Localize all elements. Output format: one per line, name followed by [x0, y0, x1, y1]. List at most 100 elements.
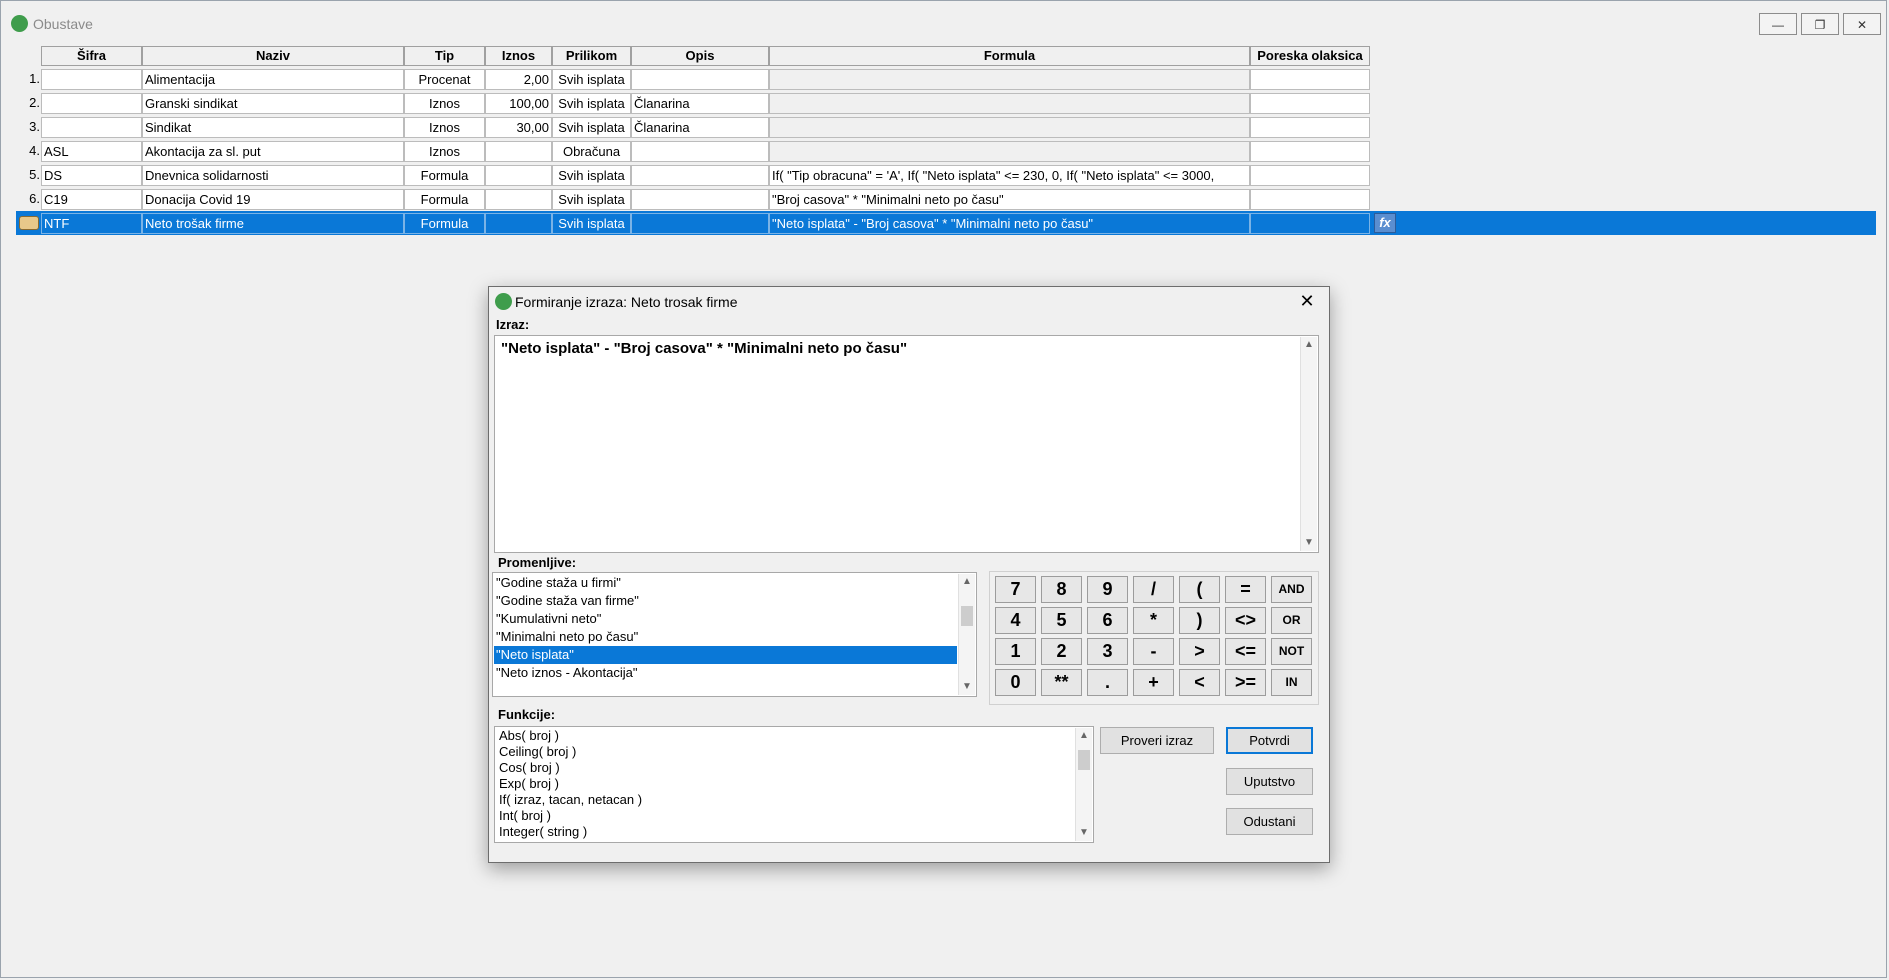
cell-sifra[interactable] [41, 69, 142, 90]
list-item[interactable]: "Godine staža van firme" [494, 592, 957, 610]
list-item[interactable]: Exp( broj ) [499, 776, 559, 792]
cell-iznos[interactable] [485, 213, 552, 234]
key-power[interactable]: ** [1041, 669, 1082, 696]
key-multiply[interactable]: * [1133, 607, 1174, 634]
key-3[interactable]: 3 [1087, 638, 1128, 665]
key-9[interactable]: 9 [1087, 576, 1128, 603]
table-row-selected[interactable]: NTF Neto trošak firme Formula Svih ispla… [16, 211, 1876, 235]
functions-list[interactable]: Abs( broj ) Ceiling( broj ) Cos( broj ) … [494, 726, 1094, 843]
table-row[interactable]: 3. Sindikat Iznos 30,00 Svih isplata Čla… [16, 115, 1876, 139]
cell-naziv[interactable]: Neto trošak firme [142, 213, 404, 234]
cell-formula[interactable] [769, 141, 1250, 162]
header-tip[interactable]: Tip [404, 46, 485, 66]
cell-naziv[interactable]: Granski sindikat [142, 93, 404, 114]
header-opis[interactable]: Opis [631, 46, 769, 66]
cell-opis[interactable] [631, 189, 769, 210]
table-row[interactable]: 2. Granski sindikat Iznos 100,00 Svih is… [16, 91, 1876, 115]
list-item[interactable]: Int( broj ) [499, 808, 551, 824]
table-row[interactable]: 4. ASL Akontacija za sl. put Iznos Obrač… [16, 139, 1876, 163]
key-not[interactable]: NOT [1271, 638, 1312, 665]
key-less[interactable]: < [1179, 669, 1220, 696]
expression-scrollbar[interactable]: ▲ ▼ [1300, 337, 1317, 551]
cell-poreska-olaksica[interactable] [1250, 189, 1370, 210]
close-button[interactable]: ✕ [1843, 13, 1881, 35]
cell-prilikom[interactable]: Svih isplata [552, 69, 631, 90]
cell-formula[interactable]: "Broj casova" * "Minimalni neto po času" [769, 189, 1250, 210]
list-item[interactable]: Abs( broj ) [499, 728, 559, 744]
cell-tip[interactable]: Iznos [404, 93, 485, 114]
key-6[interactable]: 6 [1087, 607, 1128, 634]
proveri-izraz-button[interactable]: Proveri izraz [1100, 727, 1214, 754]
cell-naziv[interactable]: Donacija Covid 19 [142, 189, 404, 210]
dialog-close-icon[interactable]: ✕ [1293, 289, 1321, 313]
key-or[interactable]: OR [1271, 607, 1312, 634]
table-row[interactable]: 5. DS Dnevnica solidarnosti Formula Svih… [16, 163, 1876, 187]
cell-opis[interactable] [631, 69, 769, 90]
list-item[interactable]: "Minimalni neto po času" [494, 628, 957, 646]
cell-tip[interactable]: Formula [404, 189, 485, 210]
key-open-paren[interactable]: ( [1179, 576, 1220, 603]
key-not-equal[interactable]: <> [1225, 607, 1266, 634]
cell-formula[interactable]: "Neto isplata" - "Broj casova" * "Minima… [769, 213, 1250, 234]
scroll-up-icon[interactable]: ▲ [1301, 337, 1317, 353]
key-plus[interactable]: + [1133, 669, 1174, 696]
functions-scrollbar[interactable]: ▲ ▼ [1075, 728, 1092, 841]
cell-prilikom[interactable]: Svih isplata [552, 189, 631, 210]
list-item[interactable]: Integer( string ) [499, 824, 587, 840]
cell-naziv[interactable]: Dnevnica solidarnosti [142, 165, 404, 186]
cell-iznos[interactable] [485, 189, 552, 210]
table-row[interactable]: 1. Alimentacija Procenat 2,00 Svih ispla… [16, 67, 1876, 91]
table-row[interactable]: 6. C19 Donacija Covid 19 Formula Svih is… [16, 187, 1876, 211]
cell-opis[interactable]: Članarina [631, 93, 769, 114]
cell-prilikom[interactable]: Svih isplata [552, 165, 631, 186]
header-formula[interactable]: Formula [769, 46, 1250, 66]
cell-naziv[interactable]: Sindikat [142, 117, 404, 138]
cell-poreska-olaksica[interactable] [1250, 165, 1370, 186]
cell-poreska-olaksica[interactable] [1250, 117, 1370, 138]
key-greater[interactable]: > [1179, 638, 1220, 665]
maximize-button[interactable]: ❐ [1801, 13, 1839, 35]
key-in[interactable]: IN [1271, 669, 1312, 696]
key-greater-equal[interactable]: >= [1225, 669, 1266, 696]
list-item[interactable]: "Godine staža u firmi" [494, 574, 957, 592]
variables-list[interactable]: "Godine staža u firmi" "Godine staža van… [492, 572, 977, 697]
cell-formula[interactable] [769, 69, 1250, 90]
formula-editor-button[interactable]: fx [1374, 213, 1396, 233]
list-item[interactable]: Ceiling( broj ) [499, 744, 576, 760]
key-decimal[interactable]: . [1087, 669, 1128, 696]
list-item-selected[interactable]: "Neto isplata" [494, 646, 957, 664]
key-minus[interactable]: - [1133, 638, 1174, 665]
cell-poreska-olaksica[interactable] [1250, 93, 1370, 114]
cell-naziv[interactable]: Alimentacija [142, 69, 404, 90]
key-2[interactable]: 2 [1041, 638, 1082, 665]
key-close-paren[interactable]: ) [1179, 607, 1220, 634]
cell-tip[interactable]: Iznos [404, 141, 485, 162]
header-sifra[interactable]: Šifra [41, 46, 142, 66]
cell-tip[interactable]: Iznos [404, 117, 485, 138]
cell-iznos[interactable] [485, 141, 552, 162]
header-prilikom[interactable]: Prilikom [552, 46, 631, 66]
list-item[interactable]: "Kumulativni neto" [494, 610, 957, 628]
cell-opis[interactable]: Članarina [631, 117, 769, 138]
cell-opis[interactable] [631, 213, 769, 234]
cell-iznos[interactable]: 2,00 [485, 69, 552, 90]
scroll-thumb[interactable] [1078, 750, 1090, 770]
cell-tip[interactable]: Procenat [404, 69, 485, 90]
scroll-thumb[interactable] [961, 606, 973, 626]
expression-editor[interactable]: "Neto isplata" - "Broj casova" * "Minima… [494, 335, 1319, 553]
header-iznos[interactable]: Iznos [485, 46, 552, 66]
header-naziv[interactable]: Naziv [142, 46, 404, 66]
scroll-down-icon[interactable]: ▼ [1301, 535, 1317, 551]
cell-iznos[interactable]: 100,00 [485, 93, 552, 114]
cell-opis[interactable] [631, 141, 769, 162]
key-4[interactable]: 4 [995, 607, 1036, 634]
cell-tip[interactable]: Formula [404, 165, 485, 186]
odustani-button[interactable]: Odustani [1226, 808, 1313, 835]
potvrdi-button[interactable]: Potvrdi [1226, 727, 1313, 754]
cell-iznos[interactable]: 30,00 [485, 117, 552, 138]
cell-tip[interactable]: Formula [404, 213, 485, 234]
cell-prilikom[interactable]: Svih isplata [552, 93, 631, 114]
scroll-up-icon[interactable]: ▲ [1076, 728, 1092, 744]
key-0[interactable]: 0 [995, 669, 1036, 696]
cell-iznos[interactable] [485, 165, 552, 186]
